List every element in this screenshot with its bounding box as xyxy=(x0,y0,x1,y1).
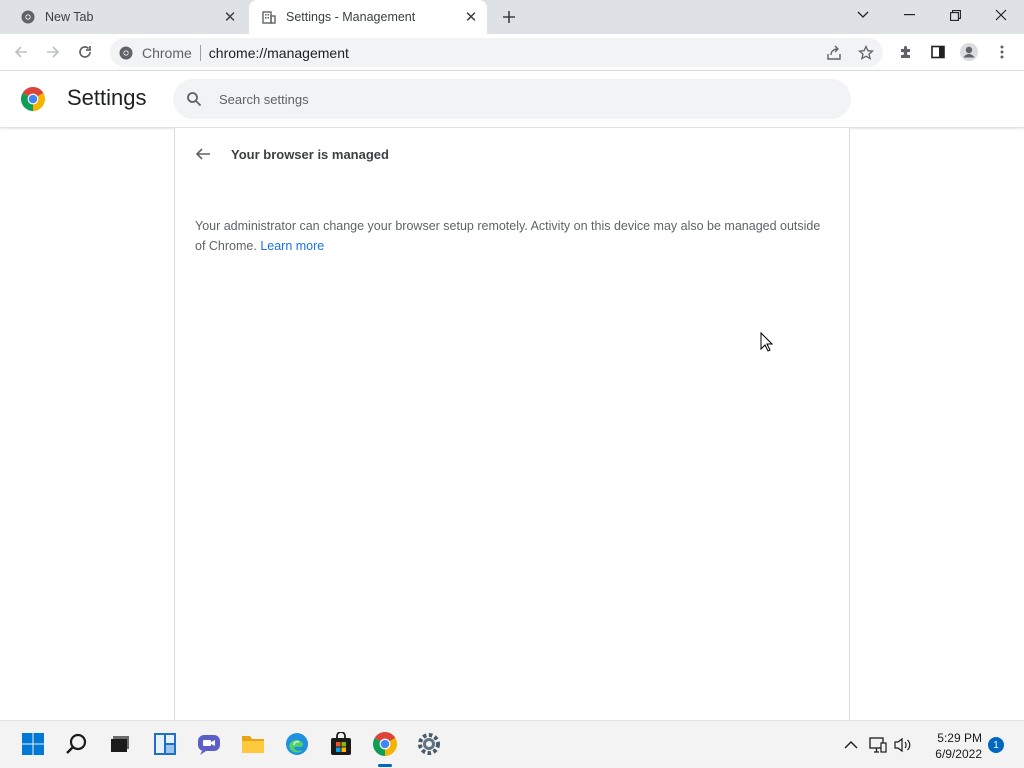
management-panel: Your browser is managed Your administrat… xyxy=(174,128,850,720)
chrome-icon[interactable] xyxy=(372,731,398,757)
task-view-icon[interactable] xyxy=(107,731,133,757)
search-placeholder: Search settings xyxy=(219,91,309,107)
teams-chat-icon[interactable] xyxy=(196,731,222,757)
restore-icon[interactable] xyxy=(932,0,978,30)
share-icon[interactable] xyxy=(825,44,843,62)
search-icon xyxy=(185,90,203,108)
browser-toolbar: Chrome chrome://management xyxy=(0,34,1024,71)
close-window-icon[interactable] xyxy=(978,0,1024,30)
tab-title: Settings - Management xyxy=(286,10,416,24)
settings-header: Settings Search settings xyxy=(0,71,1024,127)
widgets-icon[interactable] xyxy=(152,731,178,757)
search-icon[interactable] xyxy=(64,731,90,757)
edge-icon[interactable] xyxy=(284,731,310,757)
windows-taskbar: 5:29 PM 6/9/2022 1 xyxy=(0,720,1024,768)
management-heading: Your browser is managed xyxy=(231,147,389,162)
url-text[interactable]: chrome://management xyxy=(209,45,349,61)
close-tab-icon[interactable]: ✕ xyxy=(220,7,240,27)
tab-strip: New Tab ✕ Settings - Management ✕ xyxy=(0,0,1024,34)
file-explorer-icon[interactable] xyxy=(240,731,266,757)
chrome-logo-icon xyxy=(21,87,45,111)
clock-date: 6/9/2022 xyxy=(935,747,982,761)
clock-time: 5:29 PM xyxy=(937,731,982,745)
page-title: Settings xyxy=(67,85,147,110)
notification-badge[interactable]: 1 xyxy=(988,737,1004,753)
network-icon[interactable] xyxy=(869,736,887,754)
active-app-indicator xyxy=(378,764,392,767)
reload-button[interactable] xyxy=(71,38,99,66)
settings-gear-icon[interactable] xyxy=(416,731,442,757)
profile-avatar-icon[interactable] xyxy=(955,38,983,66)
back-arrow-icon[interactable] xyxy=(193,144,213,164)
building-icon xyxy=(261,9,277,25)
omnibox-separator xyxy=(199,44,201,61)
tab-search-icon[interactable] xyxy=(840,0,886,30)
tab-new-tab[interactable]: New Tab ✕ xyxy=(8,0,246,34)
system-clock[interactable]: 5:29 PM 6/9/2022 xyxy=(920,730,982,762)
close-tab-icon[interactable]: ✕ xyxy=(461,7,481,27)
tab-title: New Tab xyxy=(45,10,94,24)
new-tab-button[interactable] xyxy=(498,6,520,28)
start-icon[interactable] xyxy=(20,731,46,757)
store-icon[interactable] xyxy=(328,731,354,757)
chevron-up-icon[interactable] xyxy=(842,736,860,754)
more-menu-icon[interactable] xyxy=(988,38,1016,66)
address-bar[interactable]: Chrome chrome://management xyxy=(110,38,883,67)
back-button[interactable] xyxy=(7,38,35,66)
chrome-icon xyxy=(20,9,36,25)
side-panel-icon[interactable] xyxy=(924,38,952,66)
extensions-icon[interactable] xyxy=(892,38,920,66)
volume-icon[interactable] xyxy=(894,736,912,754)
mouse-cursor-icon xyxy=(760,331,774,352)
chrome-icon xyxy=(118,45,134,61)
omnibox-chip: Chrome xyxy=(142,44,192,61)
minimize-icon[interactable] xyxy=(886,0,932,30)
learn-more-link[interactable]: Learn more xyxy=(260,239,324,253)
bookmark-star-icon[interactable] xyxy=(857,44,875,62)
forward-button[interactable] xyxy=(39,38,67,66)
tab-settings-management[interactable]: Settings - Management ✕ xyxy=(249,0,487,34)
management-description: Your administrator can change your brows… xyxy=(195,216,825,256)
settings-search-input[interactable]: Search settings xyxy=(173,79,851,119)
